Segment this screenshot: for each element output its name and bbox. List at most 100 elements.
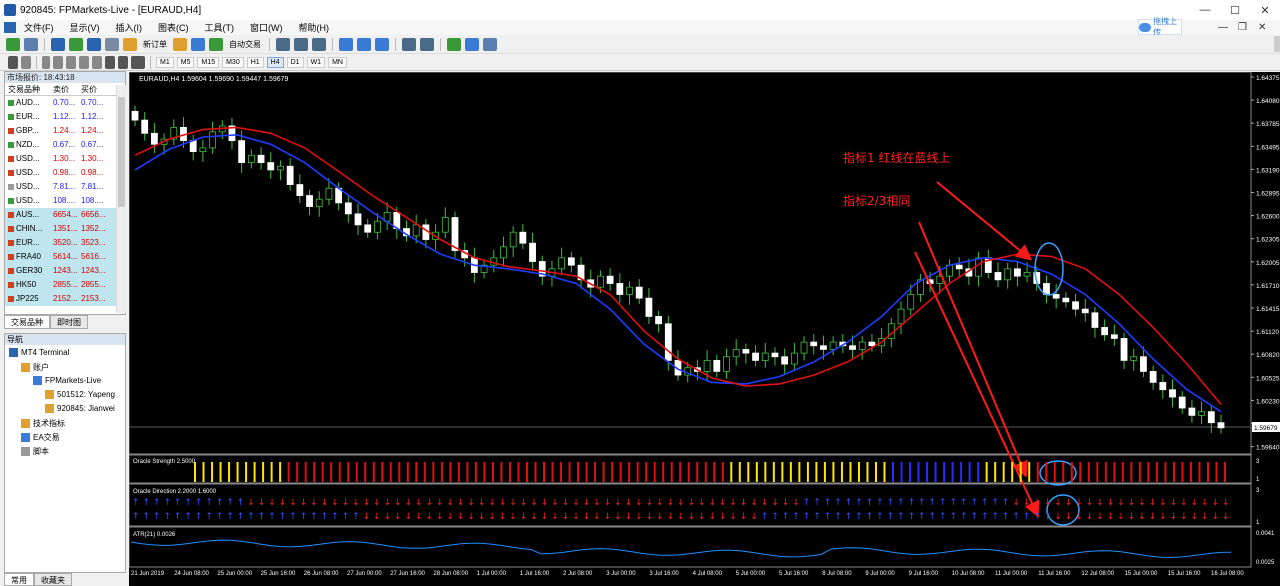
candle-body	[277, 165, 284, 171]
channel-icon[interactable]	[79, 55, 89, 69]
navigator-item[interactable]: 技术指标	[21, 418, 65, 429]
bid-cell: 0.70...	[53, 98, 76, 107]
tf-m30[interactable]: M30	[222, 56, 244, 68]
menu-help[interactable]: 帮助(H)	[291, 21, 338, 34]
navigator-item[interactable]: FPMarkets-Live	[33, 376, 101, 385]
market-watch-scrollbar[interactable]	[116, 85, 126, 313]
signals-icon[interactable]	[191, 37, 205, 51]
market-watch-row[interactable]: GER30 1243... 1243...	[5, 264, 125, 278]
new-order-icon[interactable]	[123, 37, 137, 51]
text-icon[interactable]	[105, 55, 115, 69]
navigator-item[interactable]: 501512: Yapeng	[45, 390, 115, 399]
market-watch-row[interactable]: AUD... 0.70... 0.70...	[5, 96, 125, 110]
ask-cell: 1243...	[81, 266, 106, 275]
new-chart-icon[interactable]	[6, 37, 20, 51]
direction-arrow-up: ↑	[813, 498, 821, 508]
market-watch-row[interactable]: JP225 2152... 2153...	[5, 292, 125, 306]
tf-m15[interactable]: M15	[197, 56, 220, 68]
market-watch-row[interactable]: EUR... 3520... 3523...	[5, 236, 125, 250]
menu-tools[interactable]: 工具(T)	[197, 21, 243, 34]
metaeditor-icon[interactable]	[173, 37, 187, 51]
horizontal-line-icon[interactable]	[53, 55, 63, 69]
navigator-icon[interactable]	[87, 37, 101, 51]
crosshair-icon[interactable]	[21, 55, 31, 69]
maximize-icon[interactable]: ☐	[1220, 0, 1250, 20]
profiles-icon[interactable]	[24, 37, 38, 51]
navigator-item[interactable]: 920845: Jianwei	[45, 404, 115, 413]
tf-m1[interactable]: M1	[156, 56, 174, 68]
chart-menu-icon[interactable]	[4, 22, 16, 33]
tab-common[interactable]: 常用	[4, 573, 34, 586]
line-chart-icon[interactable]	[312, 37, 326, 51]
direction-arrow-up: ↑	[237, 512, 245, 522]
tile-windows-icon[interactable]	[375, 37, 389, 51]
col-ask[interactable]: 买价	[81, 83, 109, 95]
tf-mn[interactable]: MN	[328, 56, 347, 68]
menu-charts[interactable]: 图表(C)	[150, 21, 197, 34]
auto-scroll-icon[interactable]	[402, 37, 416, 51]
tf-m5[interactable]: M5	[176, 56, 195, 68]
periods-icon[interactable]	[465, 37, 479, 51]
minimize-icon[interactable]: —	[1190, 0, 1220, 20]
col-bid[interactable]: 卖价	[53, 83, 81, 95]
tf-h1[interactable]: H1	[246, 56, 264, 68]
text-label-icon[interactable]	[118, 55, 128, 69]
menu-file[interactable]: 文件(F)	[16, 21, 62, 34]
child-minimize-icon[interactable]: —	[1218, 22, 1228, 33]
market-watch-row[interactable]: USD... 1.30... 1.30...	[5, 152, 125, 166]
templates-icon[interactable]	[483, 37, 497, 51]
market-watch-row[interactable]: NZD... 0.67... 0.67...	[5, 138, 125, 152]
market-watch-row[interactable]: USD... 0.98... 0.98...	[5, 166, 125, 180]
menu-window[interactable]: 窗口(W)	[242, 21, 291, 34]
market-watch-row[interactable]: GBP... 1.24... 1.24...	[5, 124, 125, 138]
candlestick-icon[interactable]	[294, 37, 308, 51]
toolbar-scroll-handle[interactable]	[1274, 36, 1280, 52]
indicators-icon[interactable]	[447, 37, 461, 51]
chart-window[interactable]: EURAUD,H4 1.59604 1.59690 1.59447 1.5967…	[129, 72, 1280, 586]
tf-d1[interactable]: D1	[286, 56, 304, 68]
child-close-icon[interactable]: ✕	[1258, 22, 1266, 33]
data-window-icon[interactable]	[69, 37, 83, 51]
market-watch-icon[interactable]	[51, 37, 65, 51]
navigator-item[interactable]: 账户	[21, 362, 49, 373]
tf-h4[interactable]: H4	[266, 56, 284, 68]
new-order-button[interactable]: 新订单	[141, 39, 169, 50]
navigator-item[interactable]: EA交易	[21, 432, 60, 443]
market-watch-row[interactable]: USD... 7.81... 7.81...	[5, 180, 125, 194]
market-watch-row[interactable]: FRA40 5614... 5616...	[5, 250, 125, 264]
scrollbar-thumb[interactable]	[118, 97, 125, 207]
auto-trading-icon[interactable]	[209, 37, 223, 51]
tf-w1[interactable]: W1	[306, 56, 326, 68]
navigator-item[interactable]: 脚本	[21, 446, 49, 457]
close-icon[interactable]: ✕	[1250, 0, 1280, 20]
terminal-icon[interactable]	[105, 37, 119, 51]
bar-chart-icon[interactable]	[276, 37, 290, 51]
arrows-icon[interactable]	[131, 55, 145, 69]
market-watch-row[interactable]: HK50 2855... 2855...	[5, 278, 125, 292]
zoom-in-icon[interactable]	[339, 37, 353, 51]
market-watch-row[interactable]: USD... 108.... 108....	[5, 194, 125, 208]
market-watch-row[interactable]: AUS... 6654... 6656...	[5, 208, 125, 222]
vertical-line-icon[interactable]	[42, 55, 50, 69]
trendline-icon[interactable]	[66, 55, 76, 69]
market-watch-row[interactable]: EUR... 1.12... 1.12...	[5, 110, 125, 124]
fibonacci-icon[interactable]	[92, 55, 102, 69]
chart-shift-icon[interactable]	[420, 37, 434, 51]
navigator-item[interactable]: MT4 Terminal	[9, 348, 69, 357]
market-watch-row[interactable]: CHIN... 1351... 1352...	[5, 222, 125, 236]
col-symbol[interactable]: 交易品种	[5, 83, 53, 95]
auto-trading-button[interactable]: 自动交易	[227, 39, 263, 50]
zoom-out-icon[interactable]	[357, 37, 371, 51]
tab-favorites[interactable]: 收藏夹	[34, 573, 72, 586]
direction-arrow-down: ↓	[1201, 498, 1209, 508]
tab-symbols[interactable]: 交易品种	[4, 315, 50, 329]
tab-tick-chart[interactable]: 即时图	[50, 315, 88, 329]
cursor-icon[interactable]	[8, 55, 18, 69]
price-chart[interactable]: EURAUD,H4 1.59604 1.59690 1.59447 1.5967…	[129, 72, 1280, 586]
child-restore-icon[interactable]: ❐	[1238, 22, 1247, 33]
direction-arrow-up: ↑	[226, 498, 234, 508]
upload-button[interactable]: 拖拽上传	[1138, 17, 1182, 37]
menu-view[interactable]: 显示(V)	[62, 21, 108, 34]
candle-body	[529, 242, 536, 262]
menu-insert[interactable]: 插入(I)	[108, 21, 151, 34]
